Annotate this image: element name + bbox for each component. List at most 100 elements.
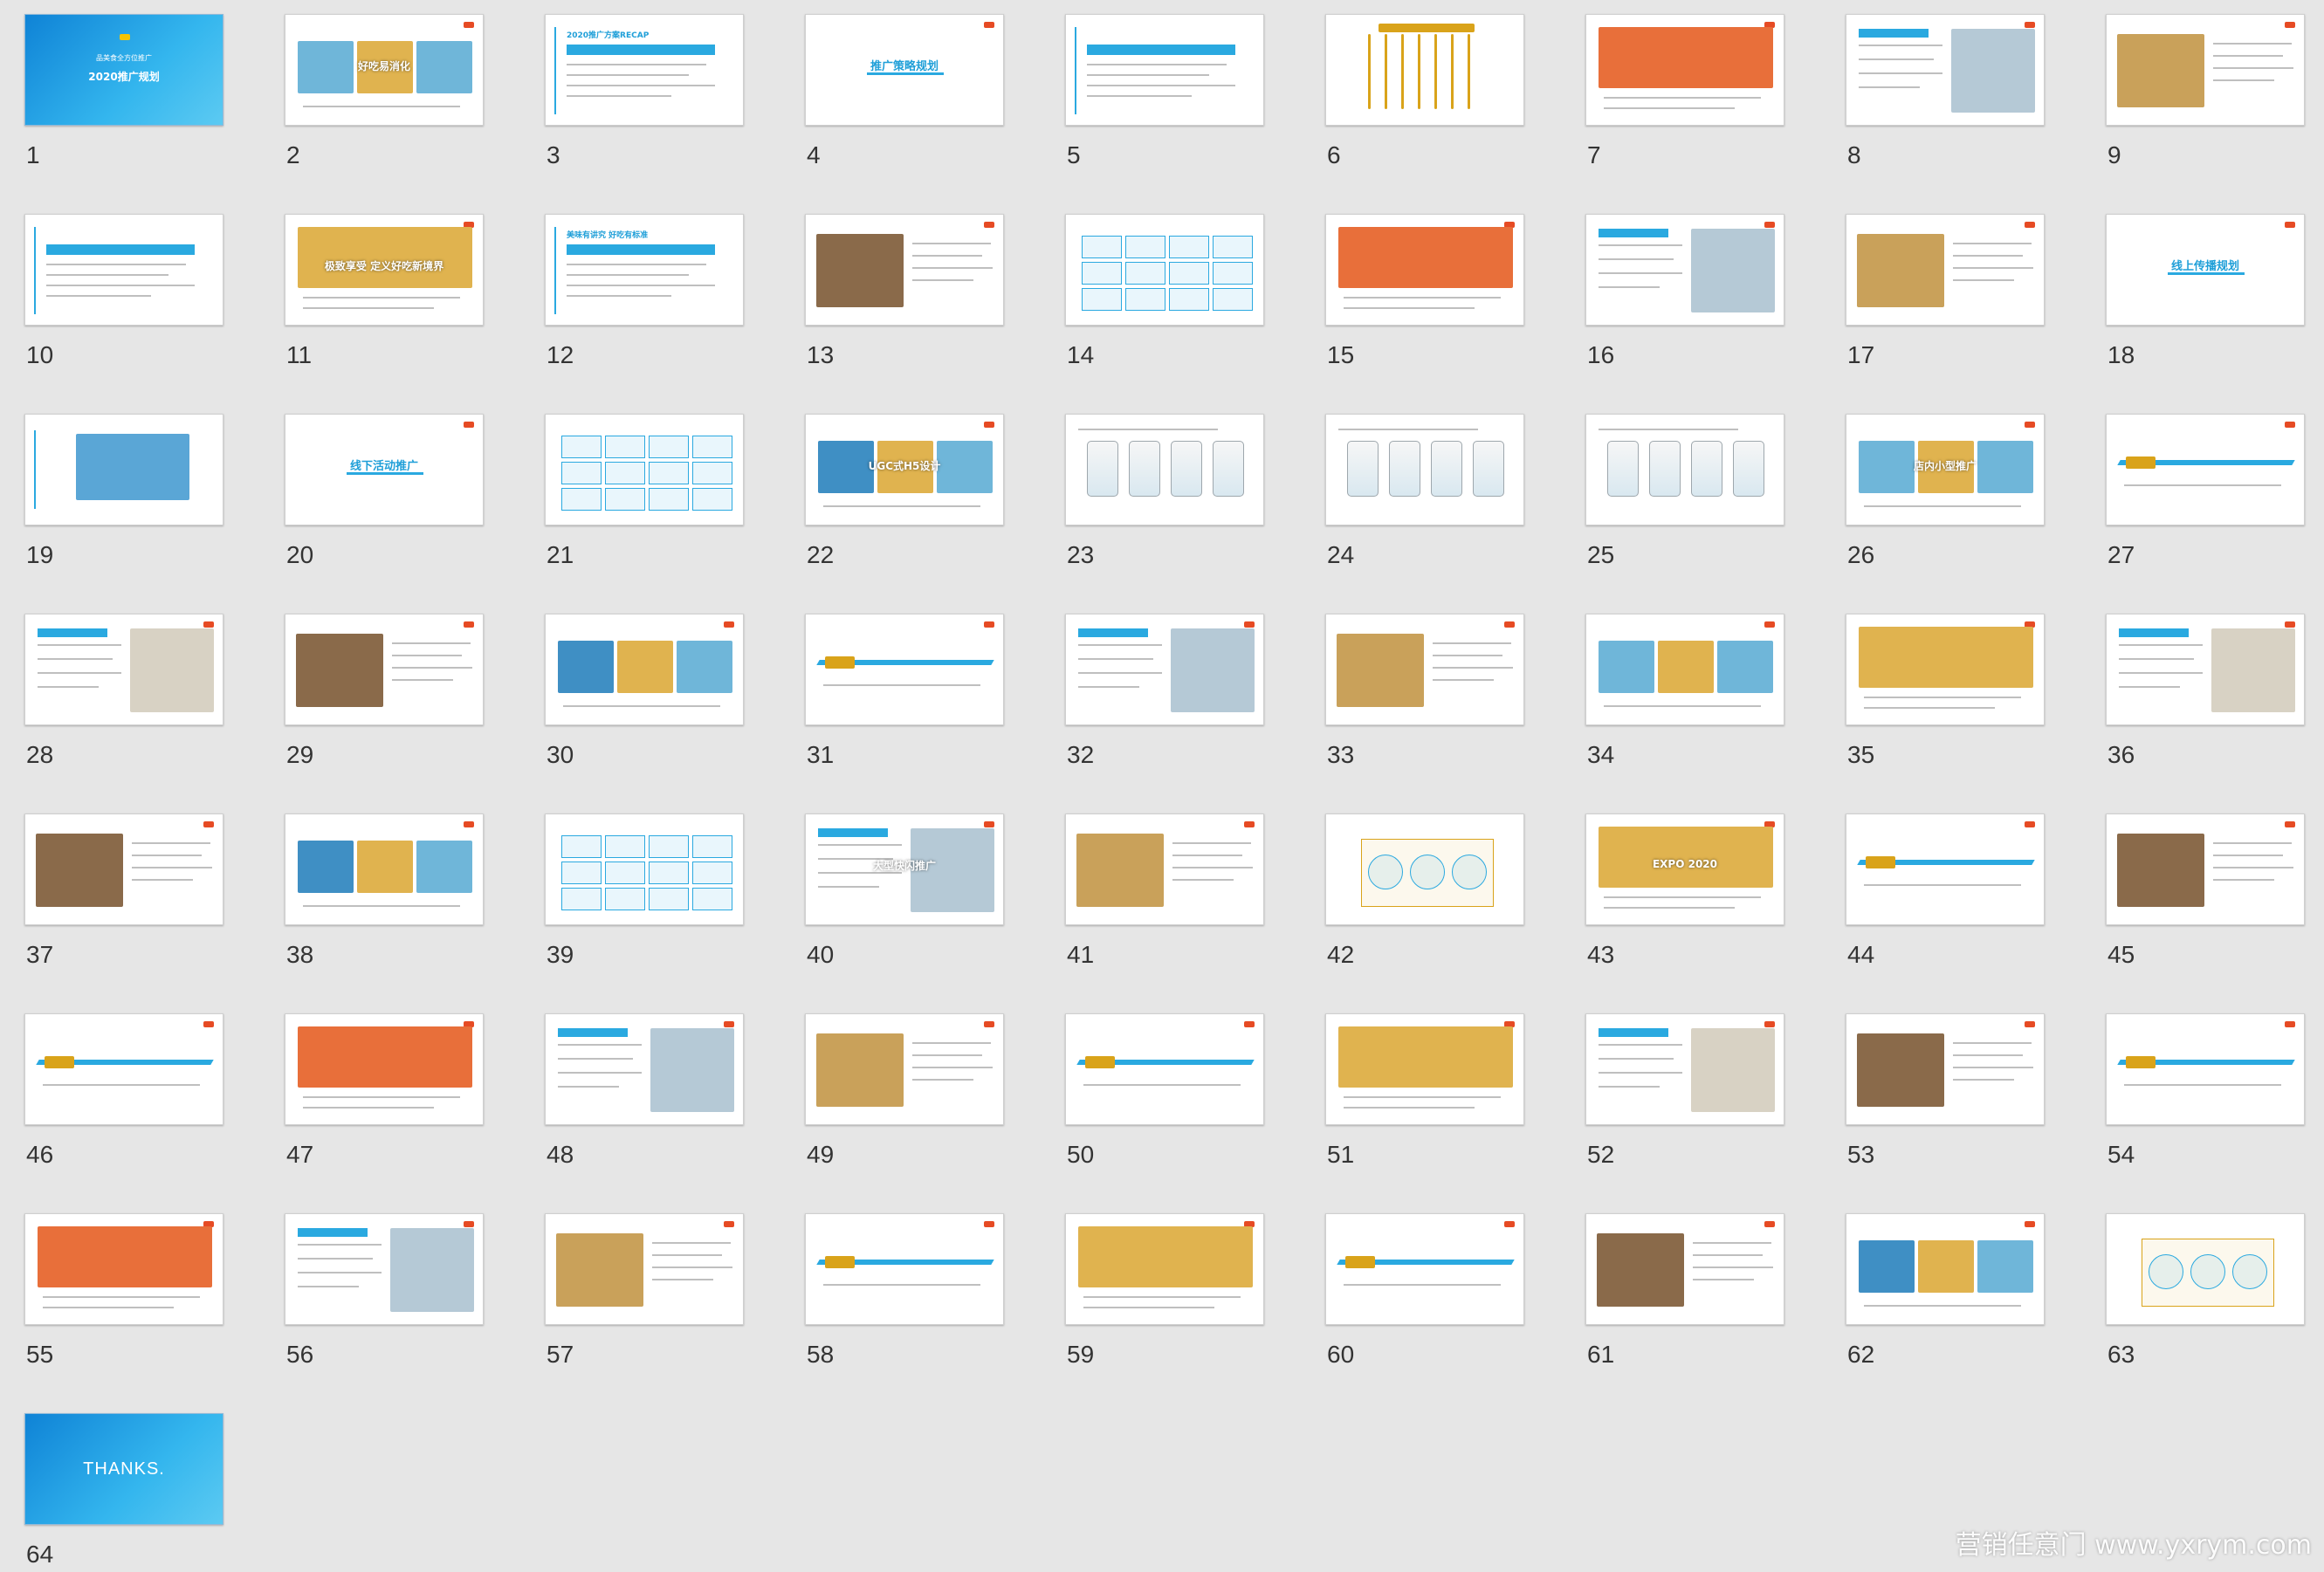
text-line <box>1604 705 1761 707</box>
slide-number: 40 <box>807 941 835 968</box>
table-cell <box>605 488 645 511</box>
slide-thumbnail[interactable] <box>1065 614 1264 725</box>
slide-thumbnail[interactable]: 线上传播规划 <box>2106 214 2305 326</box>
slide-number: 60 <box>1327 1341 1355 1368</box>
slide-thumbnail[interactable] <box>1585 1213 1784 1325</box>
slide-thumbnail[interactable] <box>2106 1213 2305 1325</box>
slide-thumbnail[interactable] <box>805 1213 1004 1325</box>
slide-thumbnail[interactable] <box>285 614 484 725</box>
brand-logo <box>464 22 474 28</box>
slide-thumbnail[interactable] <box>1325 414 1524 525</box>
slide-thumbnail[interactable] <box>1065 1013 1264 1125</box>
slide-thumbnail[interactable] <box>1585 14 1784 126</box>
slide-number: 28 <box>26 741 54 768</box>
slide-thumbnail[interactable] <box>24 614 223 725</box>
text-line <box>2124 484 2281 486</box>
slide-thumbnail[interactable] <box>1846 14 2045 126</box>
slide-thumbnail[interactable] <box>24 214 223 326</box>
slide-thumbnail[interactable] <box>285 813 484 925</box>
slide-thumbnail[interactable] <box>1846 614 2045 725</box>
slide-thumbnail[interactable]: 大型快闪推广 <box>805 813 1004 925</box>
text-line <box>1599 1072 1682 1074</box>
table-cell <box>1169 236 1209 258</box>
table-cell <box>605 835 645 858</box>
slide-thumbnail[interactable] <box>1065 414 1264 525</box>
slide-thumbnail[interactable] <box>24 1213 223 1325</box>
slide-thumbnail[interactable] <box>24 1013 223 1125</box>
text-line <box>1953 1042 2032 1044</box>
slide-thumbnail[interactable] <box>545 414 744 525</box>
slide-thumbnail[interactable]: 美味有讲究 好吃有标准 <box>545 214 744 326</box>
slide-thumbnail[interactable] <box>1585 1013 1784 1125</box>
text-line <box>303 1096 460 1098</box>
text-line <box>43 1307 174 1308</box>
text-line <box>1859 72 1942 74</box>
slide-thumbnail[interactable] <box>545 614 744 725</box>
text-line <box>298 1272 382 1273</box>
accent-tag <box>825 656 855 669</box>
slide-thumbnail[interactable] <box>1065 14 1264 126</box>
slide-thumbnail[interactable] <box>545 1213 744 1325</box>
slide-thumbnail[interactable]: 线下活动推广 <box>285 414 484 525</box>
slide-thumbnail[interactable] <box>285 1213 484 1325</box>
slide-thumbnail[interactable] <box>1585 214 1784 326</box>
slide-thumbnail[interactable] <box>1846 813 2045 925</box>
slide-thumbnail[interactable] <box>1846 1013 2045 1125</box>
slide-thumbnail[interactable] <box>2106 813 2305 925</box>
slide-thumbnail[interactable] <box>285 1013 484 1125</box>
text-line <box>46 295 151 297</box>
slide-thumbnail[interactable]: 店内小型推广 <box>1846 414 2045 525</box>
brand-logo <box>1244 621 1255 628</box>
slide-thumbnail[interactable] <box>1325 214 1524 326</box>
slide-thumbnail[interactable]: 极致享受 定义好吃新境界 <box>285 214 484 326</box>
slide-thumbnail[interactable] <box>1325 614 1524 725</box>
slide-thumbnail[interactable] <box>805 614 1004 725</box>
slide-image <box>390 1228 474 1312</box>
brand-logo <box>1244 821 1255 827</box>
slide-thumbnail[interactable] <box>1065 1213 1264 1325</box>
text-line <box>46 285 195 286</box>
slide-thumbnail[interactable] <box>1846 214 2045 326</box>
slide-number: 64 <box>26 1541 54 1568</box>
slide-thumbnail[interactable] <box>805 214 1004 326</box>
slide-thumbnail[interactable] <box>1585 614 1784 725</box>
phone-mockup <box>1213 441 1244 497</box>
slide-thumbnail[interactable] <box>1065 813 1264 925</box>
slide-thumbnail[interactable] <box>2106 14 2305 126</box>
text-line <box>1604 107 1735 109</box>
text-line <box>1083 1307 1214 1308</box>
slide-thumbnail[interactable] <box>24 813 223 925</box>
slide-thumbnail[interactable] <box>1325 1013 1524 1125</box>
slide-thumbnail[interactable] <box>2106 414 2305 525</box>
slide-thumbnail[interactable] <box>1325 14 1524 126</box>
slide-image <box>816 1033 904 1107</box>
slide-thumbnail[interactable] <box>1325 813 1524 925</box>
slide-thumbnail[interactable] <box>1325 1213 1524 1325</box>
slide-thumbnail[interactable]: 推广策略规划 <box>805 14 1004 126</box>
slide-thumbnail[interactable]: THANKS. <box>24 1413 223 1525</box>
text-line <box>1338 429 1478 430</box>
slide-thumbnail[interactable] <box>545 1013 744 1125</box>
table-cell <box>692 862 732 884</box>
slide-thumbnail[interactable] <box>2106 614 2305 725</box>
text-line <box>1953 267 2033 269</box>
slide-thumbnail[interactable]: 好吃易消化 <box>285 14 484 126</box>
slide-thumbnail[interactable]: UGC式H5设计 <box>805 414 1004 525</box>
slide-thumbnail[interactable] <box>2106 1013 2305 1125</box>
slide-thumbnail[interactable] <box>1585 414 1784 525</box>
slide-thumbnail[interactable] <box>1065 214 1264 326</box>
slide-thumbnail[interactable]: EXPO 2020 <box>1585 813 1784 925</box>
slide-thumbnail[interactable] <box>545 813 744 925</box>
table-cell <box>1125 236 1165 258</box>
slide-number: 44 <box>1847 941 1875 968</box>
slide-number: 47 <box>286 1141 314 1168</box>
slide-thumbnail[interactable] <box>805 1013 1004 1125</box>
slide-number: 58 <box>807 1341 835 1368</box>
brand-logo <box>984 22 994 28</box>
slide-thumbnail[interactable] <box>24 414 223 525</box>
slide-thumbnail[interactable]: 品美食全方位推广 2020推广规划 <box>24 14 223 126</box>
header-band <box>1379 24 1475 32</box>
slide-image <box>677 641 732 693</box>
slide-thumbnail[interactable] <box>1846 1213 2045 1325</box>
slide-thumbnail[interactable]: 2020推广方案RECAP <box>545 14 744 126</box>
